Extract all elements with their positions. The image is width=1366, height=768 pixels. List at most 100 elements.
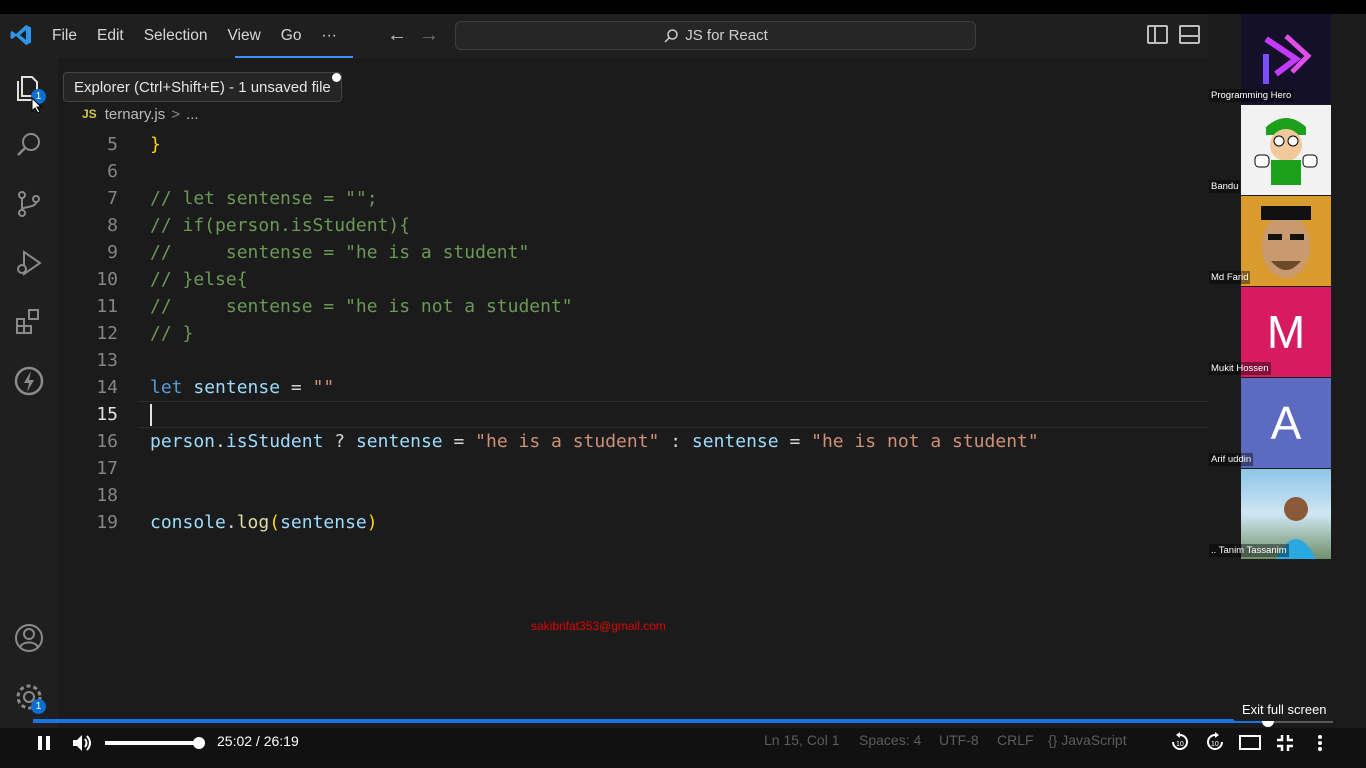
code-line: 13: [58, 347, 1208, 374]
line-number: 11: [96, 296, 118, 317]
menu-more[interactable]: ···: [321, 27, 337, 45]
js-file-icon: JS: [82, 107, 97, 121]
keyword-let: let: [150, 377, 183, 398]
menu-go[interactable]: Go: [281, 27, 302, 45]
dot: .: [225, 512, 237, 533]
code-line: 5}: [58, 131, 1208, 158]
more-options-icon[interactable]: [1315, 733, 1325, 753]
video-time: 25:02 / 26:19: [217, 733, 299, 749]
line-number: 16: [96, 431, 118, 452]
participant-name: Mukit Hossen: [1209, 362, 1271, 375]
line-number: 17: [96, 458, 118, 479]
profile-photo-icon: [1261, 206, 1311, 278]
variable-sentense: sentense: [355, 431, 443, 452]
thunder-client-icon[interactable]: [13, 365, 45, 397]
operator: =: [778, 431, 812, 452]
breadcrumb-file[interactable]: ternary.js: [105, 106, 166, 123]
menu-view[interactable]: View: [227, 27, 260, 45]
svg-text:10: 10: [1176, 741, 1184, 748]
line-number: 7: [107, 188, 118, 209]
extensions-icon[interactable]: [13, 306, 45, 338]
svg-text:10: 10: [1211, 741, 1219, 748]
line-number: 9: [107, 242, 118, 263]
current-code-line: 15: [58, 401, 1208, 428]
string-literal: "he is not a student": [811, 431, 1039, 452]
code-line: 10 // }else{: [58, 266, 1208, 293]
run-debug-icon[interactable]: [13, 247, 45, 279]
ternary-operator: ?: [323, 431, 356, 452]
source-control-icon[interactable]: [13, 188, 45, 220]
variable-sentense: sentense: [193, 377, 281, 398]
menu-file[interactable]: File: [52, 27, 77, 45]
status-eol[interactable]: CRLF: [997, 732, 1034, 748]
function-log: log: [236, 512, 270, 533]
participant-avatar: A: [1241, 378, 1331, 468]
status-bar: [0, 728, 1366, 768]
code-comment: // }: [150, 323, 194, 344]
variable-sentense: sentense: [691, 431, 779, 452]
code-line: 6: [58, 158, 1208, 185]
string-literal: "he is a student": [475, 431, 660, 452]
participant-tile: [1241, 105, 1331, 195]
operator: =: [280, 377, 313, 398]
code-line: 19 console.log(sentense): [58, 509, 1208, 536]
breadcrumb: JS ternary.js > ...: [82, 103, 199, 125]
line-number: 13: [96, 350, 118, 371]
code-comment: // sentense = "he is a student": [150, 242, 530, 263]
code-line: 14 let sentense = "": [58, 374, 1208, 401]
pause-icon[interactable]: [37, 735, 51, 751]
participant-name: Programming Hero: [1209, 89, 1294, 102]
code-line: 18: [58, 482, 1208, 509]
code-comment: // sentense = "he is not a student": [150, 296, 573, 317]
volume-icon[interactable]: [71, 733, 93, 753]
line-number: 6: [107, 161, 118, 182]
code-editor[interactable]: 5} 6 7 // let sentense = ""; 8 // if(perso…: [58, 131, 1208, 536]
forward-arrow-icon[interactable]: →: [419, 24, 439, 47]
code-text: }: [150, 134, 161, 155]
back-arrow-icon[interactable]: ←: [387, 24, 407, 47]
dot: .: [215, 431, 226, 452]
rewind-10-icon[interactable]: 10: [1170, 732, 1190, 752]
status-encoding[interactable]: UTF-8: [939, 732, 979, 748]
forward-10-icon[interactable]: 10: [1205, 732, 1225, 752]
breadcrumb-more[interactable]: ...: [186, 106, 199, 123]
search-label: JS for React: [685, 27, 768, 44]
ternary-colon: :: [659, 431, 692, 452]
status-cursor-position[interactable]: Ln 15, Col 1: [764, 732, 840, 748]
participant-name: Arif uddin: [1209, 453, 1254, 466]
unsaved-dot-icon[interactable]: [332, 73, 341, 82]
participant-name: Md Farid: [1209, 271, 1251, 284]
accounts-icon[interactable]: [13, 622, 45, 654]
exit-fullscreen-icon[interactable]: [1276, 734, 1294, 752]
top-black-bar: [0, 0, 1366, 14]
code-line: 8 // if(person.isStudent){: [58, 212, 1208, 239]
code-comment: // if(person.isStudent){: [150, 215, 411, 236]
theater-mode-icon[interactable]: [1239, 735, 1261, 750]
code-comment: // let sentense = "";: [150, 188, 378, 209]
variable-sentense: sentense: [280, 512, 367, 533]
paren: (: [269, 512, 281, 533]
line-number: 5: [107, 134, 118, 155]
search-sidebar-icon[interactable]: [13, 129, 45, 161]
property-isStudent: isStudent: [225, 431, 324, 452]
variable-person: person: [150, 431, 216, 452]
menu-edit[interactable]: Edit: [97, 27, 124, 45]
code-line: 17: [58, 455, 1208, 482]
active-tab-indicator: [235, 56, 353, 58]
line-number: 19: [96, 512, 118, 533]
toggle-sidebar-icon[interactable]: [1147, 25, 1168, 44]
string-literal: "": [312, 377, 335, 398]
menu-bar: File Edit Selection View Go ···: [42, 14, 347, 58]
volume-slider[interactable]: [105, 741, 199, 745]
mouse-cursor-icon: [31, 97, 43, 114]
volume-handle[interactable]: [193, 737, 205, 749]
status-language[interactable]: {} JavaScript: [1048, 732, 1127, 748]
line-number: 15: [96, 404, 118, 425]
command-center-search[interactable]: JS for React: [455, 21, 976, 50]
code-line: 16 person.isStudent ? sentense = "he is a…: [58, 428, 1208, 455]
status-indentation[interactable]: Spaces: 4: [859, 732, 921, 748]
explorer-tooltip: Explorer (Ctrl+Shift+E) - 1 unsaved file: [63, 72, 342, 102]
toggle-panel-icon[interactable]: [1179, 25, 1200, 44]
menu-selection[interactable]: Selection: [144, 27, 208, 45]
line-number: 18: [96, 485, 118, 506]
